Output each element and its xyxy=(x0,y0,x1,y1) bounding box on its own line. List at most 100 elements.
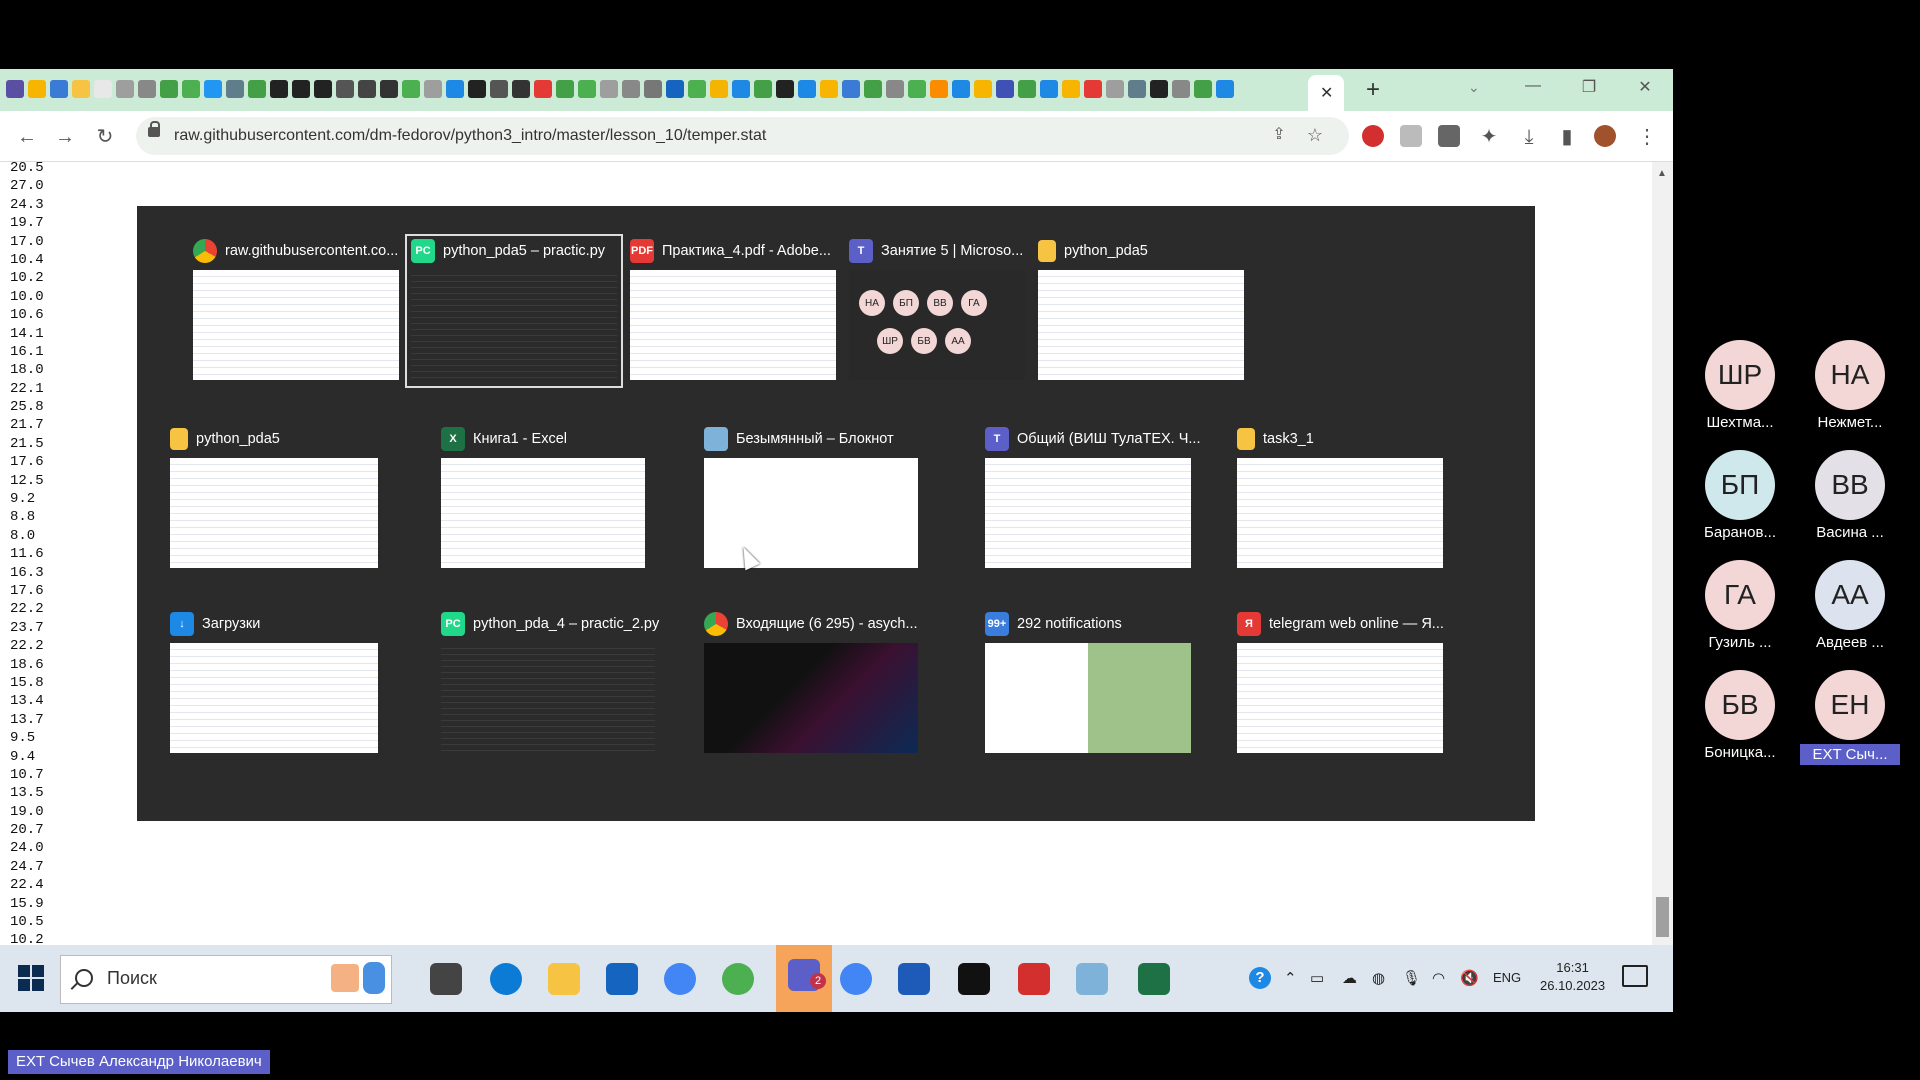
clock[interactable]: 16:31 26.10.2023 xyxy=(1540,959,1605,995)
tab-favicon-icon[interactable] xyxy=(380,80,398,98)
tab-search-icon[interactable]: ⌄ xyxy=(1468,79,1480,96)
side-panel-icon[interactable]: ▮ xyxy=(1554,125,1580,151)
tab-favicon-icon[interactable] xyxy=(6,80,24,98)
switcher-window[interactable]: python_pda5 xyxy=(170,426,378,568)
show-hidden-icons-chevron-icon[interactable]: ⌃ xyxy=(1284,969,1297,987)
switcher-window[interactable]: 99+ 292 notifications xyxy=(985,611,1191,753)
scroll-up-icon[interactable]: ▲ xyxy=(1657,168,1667,179)
switcher-window[interactable]: PC python_pda5 – practic.py xyxy=(405,234,623,388)
edge-icon[interactable] xyxy=(490,963,522,995)
tab-favicon-icon[interactable] xyxy=(1084,80,1102,98)
switcher-window[interactable]: T Занятие 5 | Microso... НА БП ВВ ГА ШР БВ АА xyxy=(849,238,1025,380)
notepad-icon[interactable] xyxy=(1076,963,1108,995)
tab-favicon-icon[interactable] xyxy=(1128,80,1146,98)
onedrive-icon[interactable]: ☁ xyxy=(1342,969,1357,987)
page-scrollbar[interactable]: ▲ ▼ xyxy=(1652,162,1673,1012)
tab-favicon-icon[interactable] xyxy=(1194,80,1212,98)
switcher-window[interactable]: Безымянный – Блокнот xyxy=(704,426,918,568)
reload-icon[interactable]: ↻ xyxy=(92,125,118,151)
tab-favicon-icon[interactable] xyxy=(226,80,244,98)
tab-favicon-icon[interactable] xyxy=(842,80,860,98)
tab-favicon-icon[interactable] xyxy=(710,80,728,98)
tab-favicon-icon[interactable] xyxy=(864,80,882,98)
tab-favicon-icon[interactable] xyxy=(182,80,200,98)
network-icon[interactable]: ◍ xyxy=(1372,969,1385,987)
share-icon[interactable]: ⇪ xyxy=(1266,123,1292,149)
file-explorer-icon[interactable] xyxy=(548,963,580,995)
participant-tile[interactable]: НА Нежмет... xyxy=(1800,340,1900,431)
switcher-window[interactable]: PC python_pda_4 – practic_2.py xyxy=(441,611,659,753)
tab-favicon-icon[interactable] xyxy=(1040,80,1058,98)
tab-favicon-icon[interactable] xyxy=(622,80,640,98)
url-text[interactable]: raw.githubusercontent.com/dm-fedorov/pyt… xyxy=(174,127,766,145)
window-close-icon[interactable]: ✕ xyxy=(1630,77,1660,97)
switcher-window[interactable]: ↓ Загрузки xyxy=(170,611,378,753)
task-view-icon[interactable] xyxy=(430,963,462,995)
tab-favicon-icon[interactable] xyxy=(94,80,112,98)
tab-favicon-icon[interactable] xyxy=(160,80,178,98)
back-icon[interactable]: ← xyxy=(14,125,40,151)
extensions-puzzle-icon[interactable]: ✦ xyxy=(1476,125,1502,151)
tab-favicon-icon[interactable] xyxy=(468,80,486,98)
vpn-extension-icon[interactable] xyxy=(1400,125,1422,147)
tab-favicon-icon[interactable] xyxy=(798,80,816,98)
input-language[interactable]: ENG xyxy=(1493,970,1521,985)
tab-favicon-icon[interactable] xyxy=(248,80,266,98)
windows-start-icon[interactable] xyxy=(18,965,44,991)
switcher-window[interactable]: T Общий (ВИШ ТулаТЕХ. Ч... xyxy=(985,426,1201,568)
tab-favicon-icon[interactable] xyxy=(358,80,376,98)
tab-favicon-icon[interactable] xyxy=(1172,80,1190,98)
teams-icon[interactable]: 2 xyxy=(776,945,832,1012)
tab-favicon-icon[interactable] xyxy=(556,80,574,98)
help-icon[interactable]: ? xyxy=(1249,967,1271,989)
tab-favicon-icon[interactable] xyxy=(952,80,970,98)
tab-favicon-icon[interactable] xyxy=(336,80,354,98)
tab-favicon-icon[interactable] xyxy=(292,80,310,98)
switcher-window[interactable]: X Книга1 - Excel xyxy=(441,426,645,568)
scrollbar-thumb[interactable] xyxy=(1656,897,1669,937)
new-tab-button[interactable]: + xyxy=(1358,77,1388,103)
tab-favicon-icon[interactable] xyxy=(116,80,134,98)
active-tab[interactable]: ✕ xyxy=(1308,75,1344,111)
microphone-icon[interactable]: 🎙 xyxy=(1402,969,1421,987)
word-icon[interactable] xyxy=(898,963,930,995)
tab-favicon-icon[interactable] xyxy=(732,80,750,98)
download-icon[interactable]: ⤓ xyxy=(1516,125,1542,151)
tab-favicon-icon[interactable] xyxy=(886,80,904,98)
tab-favicon-icon[interactable] xyxy=(490,80,508,98)
chrome-icon[interactable] xyxy=(664,963,696,995)
tab-favicon-icon[interactable] xyxy=(1018,80,1036,98)
tab-favicon-icon[interactable] xyxy=(930,80,948,98)
tab-favicon-icon[interactable] xyxy=(204,80,222,98)
tab-favicon-icon[interactable] xyxy=(754,80,772,98)
tab-favicon-icon[interactable] xyxy=(974,80,992,98)
switcher-window[interactable]: Входящие (6 295) - asych... xyxy=(704,611,918,753)
participant-tile[interactable]: ШР Шехтма... xyxy=(1690,340,1790,431)
tab-favicon-icon[interactable] xyxy=(314,80,332,98)
mail-icon[interactable] xyxy=(606,963,638,995)
taskbar-search-box[interactable]: Поиск xyxy=(60,955,392,1004)
pycharm-icon[interactable] xyxy=(958,963,990,995)
excel-icon[interactable] xyxy=(1138,963,1170,995)
lock-icon[interactable] xyxy=(148,121,160,137)
tab-favicon-icon[interactable] xyxy=(72,80,90,98)
tab-favicon-icon[interactable] xyxy=(908,80,926,98)
switcher-window[interactable]: Яtelegram web online — Я... xyxy=(1237,611,1444,753)
switcher-window[interactable]: python_pda5 xyxy=(1038,238,1244,380)
forward-icon[interactable]: → xyxy=(52,125,78,151)
close-tab-icon[interactable]: ✕ xyxy=(1320,83,1333,103)
utorrent-icon[interactable] xyxy=(722,963,754,995)
tab-favicon-icon[interactable] xyxy=(534,80,552,98)
menu-kebab-icon[interactable]: ⋮ xyxy=(1634,125,1660,151)
participant-tile[interactable]: БП Баранов... xyxy=(1690,450,1790,541)
tab-favicon-icon[interactable] xyxy=(776,80,794,98)
tab-favicon-icon[interactable] xyxy=(600,80,618,98)
participant-tile[interactable]: БВ Боницка... xyxy=(1690,670,1790,761)
switcher-window[interactable]: PDF Практика_4.pdf - Adobe... xyxy=(630,238,836,380)
tab-favicon-icon[interactable] xyxy=(424,80,442,98)
tab-favicon-icon[interactable] xyxy=(1216,80,1234,98)
participant-tile[interactable]: ГА Гузиль ... xyxy=(1690,560,1790,651)
tab-favicon-icon[interactable] xyxy=(1062,80,1080,98)
tab-favicon-icon[interactable] xyxy=(50,80,68,98)
participant-tile[interactable]: ЕН EXT Сыч... xyxy=(1800,670,1900,765)
